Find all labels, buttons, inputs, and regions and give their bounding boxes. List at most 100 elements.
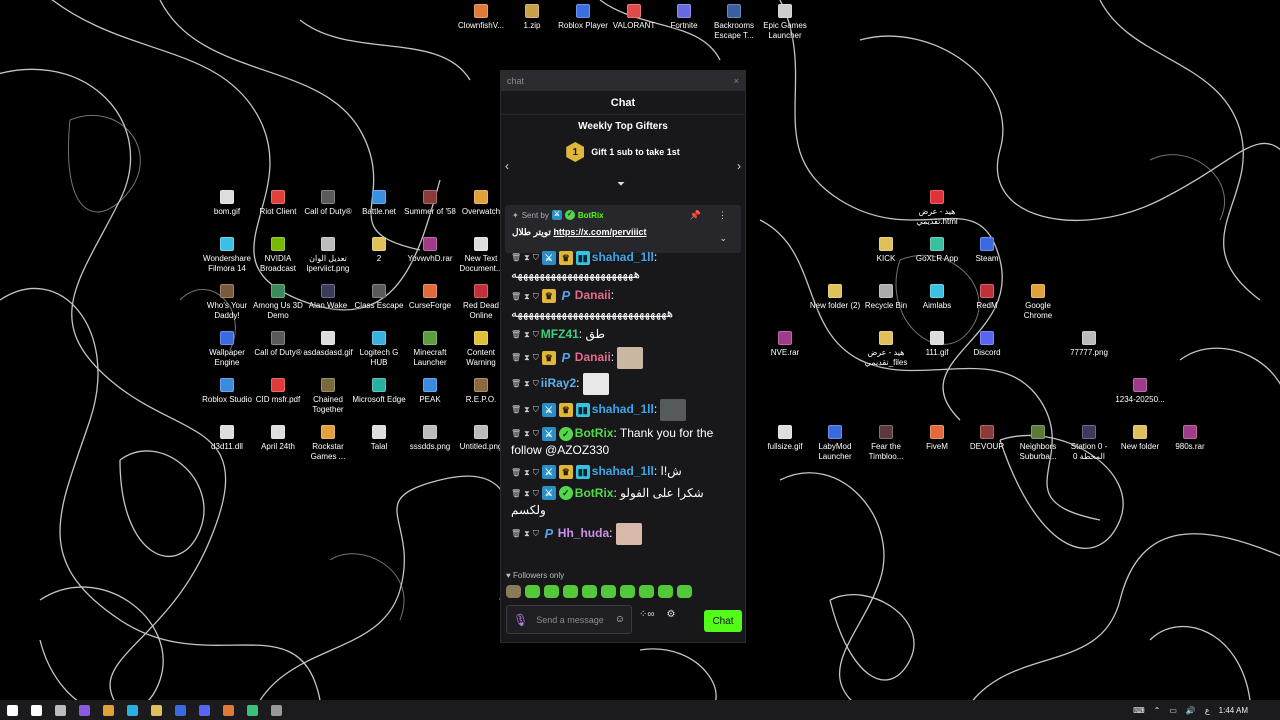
desktop-icon[interactable]: 77777.png (1061, 331, 1117, 358)
ban-icon[interactable]: ⛉ (533, 249, 539, 266)
desktop-icon[interactable]: 980s.rar (1162, 425, 1218, 452)
taskbar-search-icon[interactable] (24, 700, 48, 720)
timeout-icon[interactable]: ⧗ (524, 326, 530, 343)
desktop-icon[interactable]: CurseForge (402, 284, 458, 311)
ban-icon[interactable]: ⛉ (533, 525, 539, 542)
emote-button[interactable] (677, 585, 692, 598)
ban-icon[interactable]: ⛉ (533, 349, 539, 366)
delete-icon[interactable]: 🗑 (511, 349, 521, 366)
collapse-icon[interactable]: ⏷ (617, 179, 625, 190)
desktop-icon[interactable]: RedM (959, 284, 1015, 311)
clock[interactable]: 1:44 AM (1219, 706, 1248, 715)
desktop-icon[interactable]: Discord (959, 331, 1015, 358)
desktop-icon[interactable]: هيد - عرض تقديمي.html (909, 190, 965, 227)
desktop-icon[interactable]: FiveM (909, 425, 965, 452)
desktop-icon[interactable]: تعديل الوان lperviict.png (300, 237, 356, 274)
desktop-icon[interactable]: Epic Games Launcher (757, 4, 813, 41)
emote-button[interactable] (563, 585, 578, 598)
desktop-icon[interactable]: Alan Wake (300, 284, 356, 311)
emote-button[interactable] (525, 585, 540, 598)
chat-username[interactable]: BotRix (575, 426, 614, 440)
emoji-icon[interactable]: ☺ (615, 614, 625, 625)
taskbar-app-1-icon[interactable] (72, 700, 96, 720)
chat-username[interactable]: Hh_huda (558, 526, 609, 540)
microphone-icon[interactable]: 🎙 (513, 613, 528, 627)
delete-icon[interactable]: 🗑 (511, 326, 521, 343)
ban-icon[interactable]: ⛉ (533, 485, 539, 502)
chat-message[interactable]: 🗑 ⧗ ⛉ ♛ P Danaii: ههههههههههههههههههههههههههه… (507, 285, 737, 323)
desktop-icon[interactable]: Wallpaper Engine (199, 331, 255, 368)
desktop-icon[interactable]: Talal (351, 425, 407, 452)
desktop-icon[interactable]: Microsoft Edge (351, 378, 407, 405)
desktop-icon[interactable]: Riot Client (250, 190, 306, 217)
desktop-icon[interactable]: Neighbors Suburba... (1010, 425, 1066, 462)
desktop-icon[interactable]: Chained Together (300, 378, 356, 415)
pinned-link[interactable]: https://x.com/perviiict (553, 227, 646, 237)
desktop-icon[interactable]: 1.zip (504, 4, 560, 31)
timeout-icon[interactable]: ⧗ (524, 375, 530, 392)
timeout-icon[interactable]: ⧗ (524, 425, 530, 442)
chat-message[interactable]: 🗑 ⧗ ⛉ P Hh_huda: (507, 521, 737, 547)
taskbar-file-explorer-icon[interactable] (144, 700, 168, 720)
delete-icon[interactable]: 🗑 (511, 485, 521, 502)
desktop-icon[interactable]: DEVOUR (959, 425, 1015, 452)
ban-icon[interactable]: ⛉ (533, 425, 539, 442)
chat-username[interactable]: shahad_1ll (592, 464, 654, 478)
desktop-icon[interactable]: Who's Your Daddy! (199, 284, 255, 321)
taskbar-app-4-icon[interactable] (240, 700, 264, 720)
timeout-icon[interactable]: ⧗ (524, 288, 530, 305)
desktop-icon[interactable]: fullsize.gif (757, 425, 813, 452)
desktop-icon[interactable]: NVE.rar (757, 331, 813, 358)
chat-username[interactable]: Danaii (575, 350, 611, 364)
desktop-icon[interactable]: April 24th (250, 425, 306, 452)
desktop-icon[interactable]: NVIDIA Broadcast (250, 237, 306, 274)
desktop-icon[interactable]: New folder (1112, 425, 1168, 452)
taskbar-app-2-icon[interactable] (168, 700, 192, 720)
desktop-icon[interactable]: Aimlabs (909, 284, 965, 311)
desktop-icon[interactable]: PEAK (402, 378, 458, 405)
chat-username[interactable]: shahad_1ll (592, 250, 654, 264)
taskbar-app-5-icon[interactable] (264, 700, 288, 720)
desktop-icon[interactable]: Steam (959, 237, 1015, 264)
desktop-icon[interactable]: 111.gif (909, 331, 965, 358)
keyboard-icon[interactable]: ⌨ (1133, 706, 1145, 715)
timeout-icon[interactable]: ⧗ (524, 464, 530, 481)
taskbar-discord-icon[interactable] (192, 700, 216, 720)
close-icon[interactable]: × (734, 76, 739, 86)
desktop-icon[interactable]: Google Chrome (1010, 284, 1066, 321)
chevron-right-icon[interactable]: › (737, 159, 741, 173)
desktop-icon[interactable]: YovwvhD.rar (402, 237, 458, 264)
emote-button[interactable] (506, 585, 521, 598)
desktop-icon[interactable]: Call of Duty® (250, 331, 306, 358)
desktop-icon[interactable]: 2 (351, 237, 407, 264)
desktop-icon[interactable]: Backrooms Escape T... (706, 4, 762, 41)
delete-icon[interactable]: 🗑 (511, 288, 521, 305)
desktop-icon[interactable]: Logitech G HUB (351, 331, 407, 368)
desktop-icon[interactable]: Station 0 - المحطة 0 (1061, 425, 1117, 462)
desktop-icon[interactable]: Call of Duty® (300, 190, 356, 217)
ban-icon[interactable]: ⛉ (533, 401, 539, 418)
taskbar-chrome-icon[interactable] (96, 700, 120, 720)
chat-message[interactable]: 🗑 ⧗ ⛉ ⚔ ✓ BotRix: Thank you for the follow @A… (507, 423, 737, 461)
chevron-left-icon[interactable]: ‹ (505, 159, 509, 173)
ban-icon[interactable]: ⛉ (533, 288, 539, 305)
desktop-icon[interactable]: LabyMod Launcher (807, 425, 863, 462)
more-options-icon[interactable]: ⋮ (718, 210, 727, 221)
desktop-icon[interactable]: bom.gif (199, 190, 255, 217)
desktop-icon[interactable]: Roblox Player (555, 4, 611, 31)
gift-prompt[interactable]: 1 Gift 1 sub to take 1st (501, 142, 745, 162)
taskbar-app-3-icon[interactable] (216, 700, 240, 720)
delete-icon[interactable]: 🗑 (511, 525, 521, 542)
desktop-icon[interactable]: ClownfishV... (453, 4, 509, 31)
pin-icon[interactable]: 📌 (690, 210, 701, 221)
delete-icon[interactable]: 🗑 (511, 425, 521, 442)
desktop-icon[interactable]: Battle.net (351, 190, 407, 217)
desktop-icon[interactable]: هيد - عرض تقديمي_files (858, 331, 914, 368)
chat-message[interactable]: 🗑 ⧗ ⛉ iiRay2: (507, 371, 737, 397)
delete-icon[interactable]: 🗑 (511, 375, 521, 392)
chevron-up-icon[interactable]: ⌃ (1154, 706, 1161, 715)
chat-message[interactable]: 🗑 ⧗ ⛉ ⚔ ✓ BotRix: شكرا على الفولو ولكسم (507, 483, 737, 521)
network-icon[interactable]: ▭ (1169, 706, 1177, 715)
delete-icon[interactable]: 🗑 (511, 401, 521, 418)
desktop-icon[interactable]: Fear the Timbloo... (858, 425, 914, 462)
